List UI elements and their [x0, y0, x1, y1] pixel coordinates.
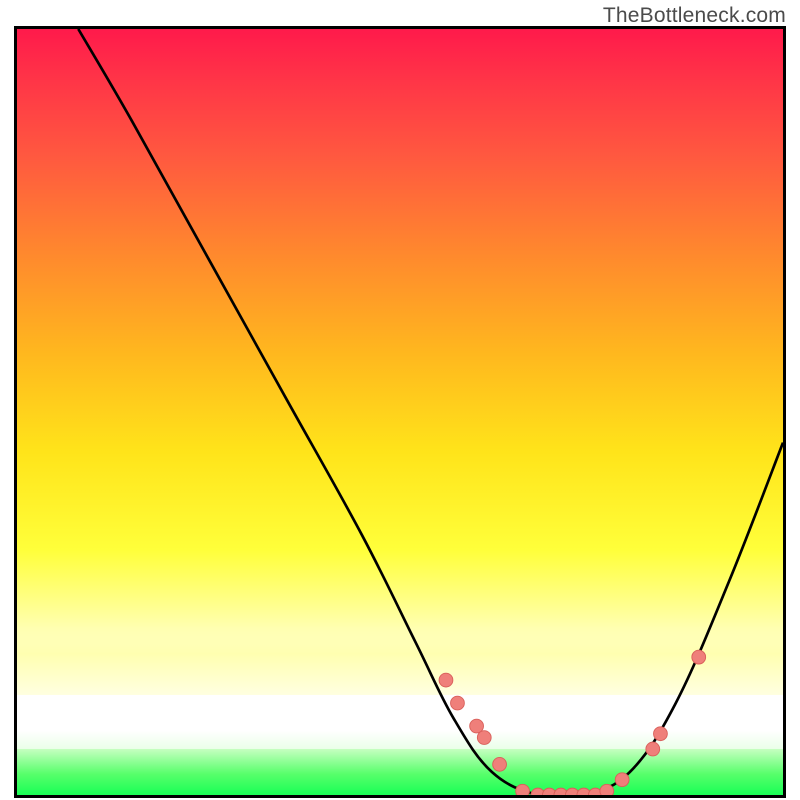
- band-white: [17, 703, 783, 749]
- gradient-yellow-pale: [17, 626, 783, 695]
- band-green: [17, 749, 783, 795]
- gradient-red-yellow: [17, 29, 783, 680]
- watermark-text: TheBottleneck.com: [603, 4, 786, 28]
- chart-frame: [14, 26, 786, 798]
- chart-background: [17, 29, 783, 795]
